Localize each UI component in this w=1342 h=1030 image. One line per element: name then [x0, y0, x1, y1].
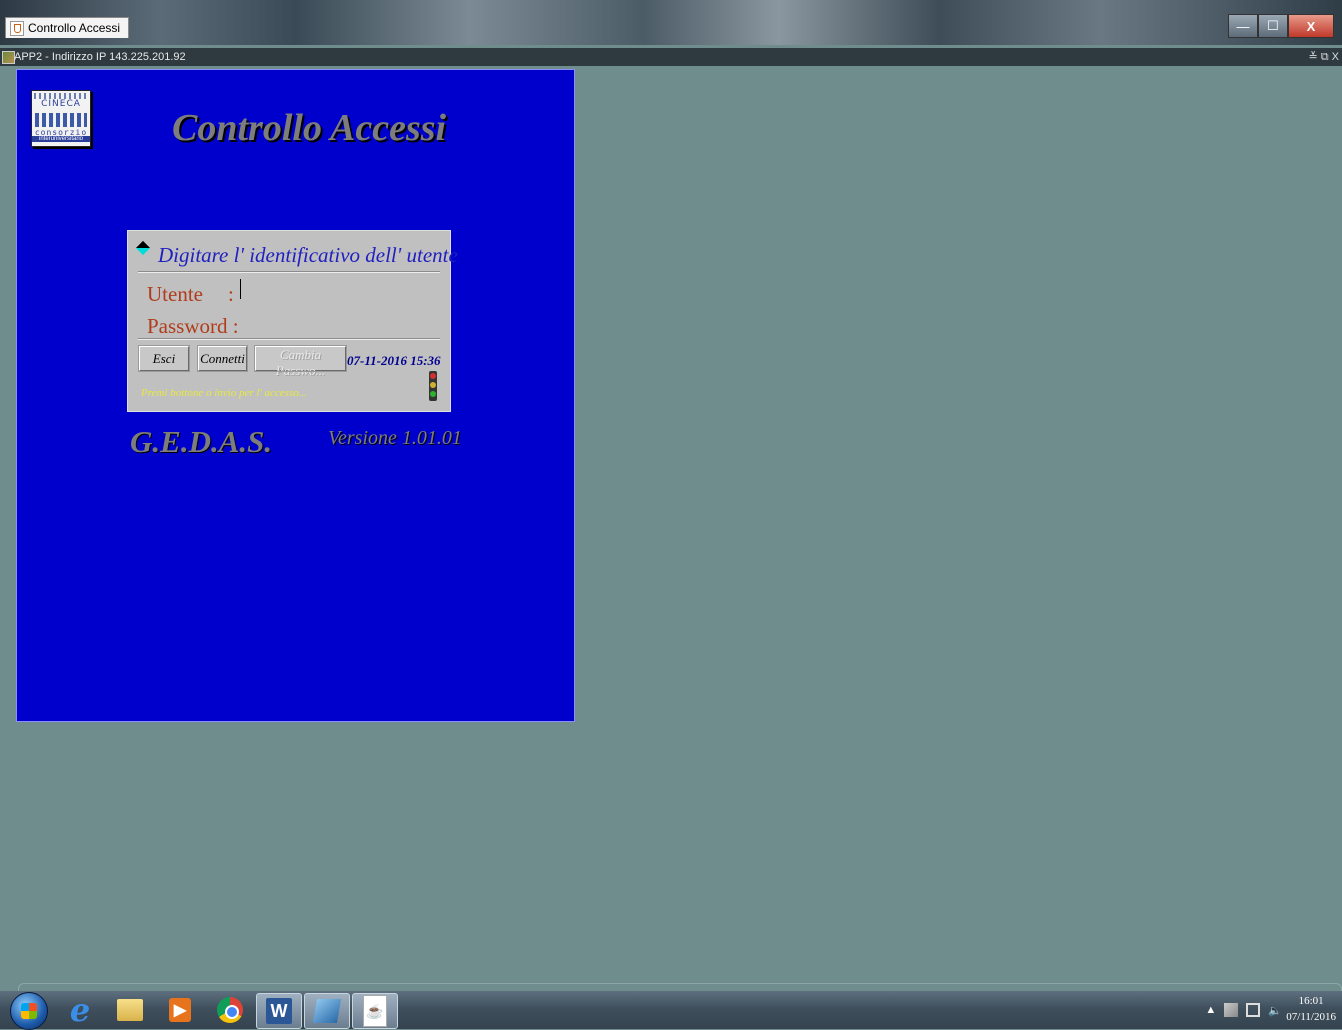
window-title-bar: Controllo Accessi — ☐ X	[0, 0, 1342, 45]
taskbar-media-player[interactable]: ▶	[158, 993, 202, 1027]
windows-logo-icon	[21, 1003, 37, 1019]
internal-frame-bar: APP2 - Indirizzo IP 143.225.201.92 ≚ ⧉ X	[0, 48, 1342, 66]
flag-alert-icon[interactable]	[1224, 1003, 1239, 1017]
frame-title: APP2 - Indirizzo IP 143.225.201.92	[14, 51, 186, 63]
java-icon	[10, 20, 24, 36]
traffic-green	[430, 391, 436, 397]
clock-date: 07/11/2016	[1286, 1011, 1336, 1023]
taskbar-file-explorer[interactable]	[108, 993, 152, 1027]
cineca-logo: CINECA consorzio interuniversitario	[31, 90, 91, 147]
traffic-light-icon	[429, 371, 437, 401]
maximize-button[interactable]: ☐	[1258, 14, 1288, 38]
page-title: Controllo Accessi	[172, 107, 447, 149]
tray-expand-icon[interactable]: ▲	[1205, 1004, 1216, 1016]
system-tray: ▲ 🔈	[1205, 1003, 1282, 1017]
access-hint: Premi bottone o invio per l' accesso...	[141, 387, 307, 399]
word-icon: W	[266, 998, 292, 1024]
password-label: Password :	[147, 314, 239, 338]
taskbar-internet-explorer[interactable]: e	[58, 993, 102, 1027]
datetime-display: 07-11-2016 15:36	[347, 353, 441, 368]
connetti-button[interactable]: Connetti	[197, 345, 248, 372]
media-player-icon: ▶	[169, 998, 191, 1022]
product-name: G.E.D.A.S.	[130, 424, 273, 459]
clock-time: 16:01	[1298, 995, 1324, 1007]
taskbar-java[interactable]: ☕	[352, 993, 398, 1029]
start-button[interactable]	[10, 992, 48, 1030]
minimize-button[interactable]: —	[1228, 14, 1258, 38]
taskbar: e ▶ W ☕ ▲ 🔈 16:01 07/11/2016	[0, 991, 1342, 1030]
divider	[138, 338, 440, 340]
logo-name: CINECA	[41, 99, 81, 109]
cambia-password-button[interactable]: Cambia Passwo...	[254, 345, 347, 378]
system-clock[interactable]: 16:01 07/11/2016	[1286, 993, 1336, 1025]
traffic-red	[430, 373, 436, 379]
app-window-icon	[312, 999, 342, 1023]
folder-icon	[117, 999, 143, 1021]
password-input[interactable]	[238, 311, 422, 339]
window-controls: — ☐ X	[1228, 14, 1334, 38]
login-prompt: Digitare l' identificativo dell' utente	[158, 243, 458, 267]
logo-columns	[35, 113, 87, 127]
user-input[interactable]	[238, 277, 422, 305]
user-label: Utente	[147, 282, 203, 306]
login-form: Digitare l' identificativo dell' utente …	[127, 230, 458, 412]
esci-button[interactable]: Esci	[138, 345, 190, 372]
taskbar-word[interactable]: W	[256, 993, 302, 1029]
taskbar-app[interactable]	[304, 993, 350, 1029]
version-label: Versione 1.01.01	[328, 427, 462, 449]
window-title-tab[interactable]: Controllo Accessi	[5, 17, 130, 38]
logo-subtitle-2: interuniversitario	[32, 136, 90, 142]
divider	[138, 271, 440, 273]
network-icon[interactable]	[1246, 1003, 1261, 1017]
chrome-icon	[217, 997, 243, 1023]
user-label-colon: :	[228, 282, 234, 306]
internet-explorer-icon: e	[69, 991, 91, 1029]
volume-icon[interactable]: 🔈	[1268, 1004, 1282, 1017]
taskbar-chrome[interactable]	[208, 993, 252, 1027]
window-title: Controllo Accessi	[28, 21, 121, 35]
login-panel: CINECA consorzio interuniversitario Cont…	[16, 69, 575, 722]
java-icon: ☕	[363, 995, 387, 1027]
text-caret	[240, 279, 241, 299]
diamond-bullet-icon	[135, 240, 151, 256]
frame-controls[interactable]: ≚ ⧉ X	[1308, 48, 1339, 66]
close-button[interactable]: X	[1288, 14, 1334, 38]
traffic-yellow	[430, 382, 436, 388]
